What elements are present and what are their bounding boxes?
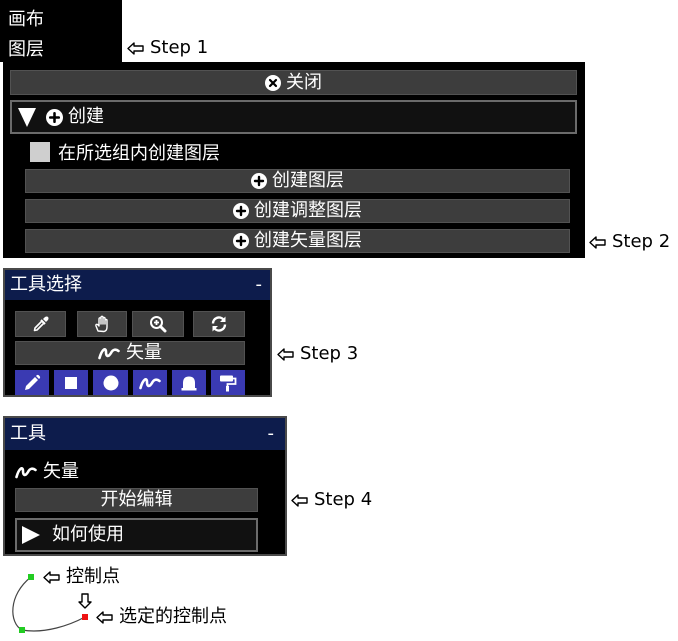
plus-circle-icon [251,173,267,189]
start-edit-button[interactable]: 开始编辑 [15,488,258,512]
vector-mode-label: 矢量 [126,342,162,363]
control-point-bottom [19,627,25,633]
eyedropper-icon [33,316,48,332]
create-in-group-label: 在所选组内创建图层 [58,143,220,164]
bell-icon [181,376,197,390]
vector-squiggle-icon [98,348,120,360]
create-vector-layer-label: 创建矢量图层 [254,230,362,251]
left-arrow-icon [291,493,308,507]
layer-panel: 关闭 创建 在所选组内创建图层 创建图层 创建调整图层 创建矢量图层 [3,62,585,258]
paint-roller-icon [220,375,237,391]
plus-circle-icon [233,233,249,249]
step-1-label: Step 1 [150,37,209,58]
tool-panel-title: 工具 [10,423,46,444]
step-4-label: Step 4 [314,489,373,510]
create-adjustment-layer-label: 创建调整图层 [254,200,362,221]
caret-down-icon [18,107,36,127]
hand-button[interactable] [77,311,127,337]
close-button[interactable]: 关闭 [10,70,577,95]
pencil-icon [25,374,41,390]
plus-circle-icon [46,108,63,126]
close-button-label: 关闭 [286,71,322,93]
circle-icon [103,375,118,390]
selected-control-point-label: 选定的控制点 [119,606,227,627]
tool-select-collapse-button[interactable]: - [256,270,263,300]
control-point-label: 控制点 [66,566,120,587]
selected-control-point [82,614,88,620]
square-tool-button[interactable] [54,370,88,395]
start-edit-label: 开始编辑 [100,489,173,510]
create-adjustment-layer-button[interactable]: 创建调整图层 [25,199,570,223]
selected-control-point-callout: 选定的控制点 [96,606,227,628]
pencil-tool-button[interactable] [15,370,49,395]
step-4-callout: Step 4 [291,489,372,511]
vector-tool-button[interactable] [133,370,167,395]
vector-squiggle-icon [15,467,37,479]
hand-icon [95,315,108,333]
control-point-callout: 控制点 [43,566,120,588]
control-point-top [28,574,34,580]
current-tool-indicator: 矢量 [15,462,79,482]
main-menu: 画布 图层 [0,0,122,62]
zoom-in-icon [150,316,167,333]
left-arrow-icon [589,235,606,249]
vector-mode-button[interactable]: 矢量 [15,341,245,365]
bell-tool-button[interactable] [172,370,206,395]
tool-select-panel: 工具选择 - 矢量 [3,268,272,397]
step-1-callout: Step 1 [127,37,208,59]
caret-right-icon [22,526,40,544]
create-section-label: 创建 [68,106,104,127]
current-tool-label: 矢量 [43,461,79,482]
create-section-toggle[interactable]: 创建 [10,100,577,134]
tool-select-header: 工具选择 - [5,270,270,300]
tool-panel-header: 工具 - [5,418,285,450]
left-arrow-icon [277,347,294,361]
tool-panel-collapse-button[interactable]: - [268,418,275,450]
create-in-group-checkbox[interactable] [30,142,50,162]
square-icon [65,376,77,389]
left-arrow-icon [96,610,113,624]
refresh-button[interactable] [193,311,245,337]
step-2-label: Step 2 [612,231,671,252]
create-layer-button[interactable]: 创建图层 [25,169,570,193]
left-arrow-icon [43,570,60,584]
left-arrow-icon [127,41,144,55]
plus-circle-icon [233,203,249,219]
menu-item-layer[interactable]: 图层 [8,38,44,62]
tool-panel: 工具 - 矢量 开始编辑 如何使用 [3,416,287,556]
tool-select-title: 工具选择 [10,274,82,295]
zoom-in-button[interactable] [132,311,184,337]
down-arrow-icon [78,593,92,609]
create-layer-label: 创建图层 [272,170,344,191]
step-2-callout: Step 2 [589,231,670,253]
refresh-icon [211,316,227,332]
step-3-callout: Step 3 [277,343,358,365]
step-3-label: Step 3 [300,343,359,364]
how-to-toggle[interactable]: 如何使用 [15,518,258,552]
eyedropper-button[interactable] [15,311,66,337]
circle-tool-button[interactable] [93,370,128,395]
menu-item-canvas[interactable]: 画布 [8,8,44,32]
vector-squiggle-icon [139,377,161,389]
paint-roller-tool-button[interactable] [211,370,245,395]
create-vector-layer-button[interactable]: 创建矢量图层 [25,229,570,253]
how-to-label: 如何使用 [52,524,124,545]
times-circle-icon [265,74,281,91]
